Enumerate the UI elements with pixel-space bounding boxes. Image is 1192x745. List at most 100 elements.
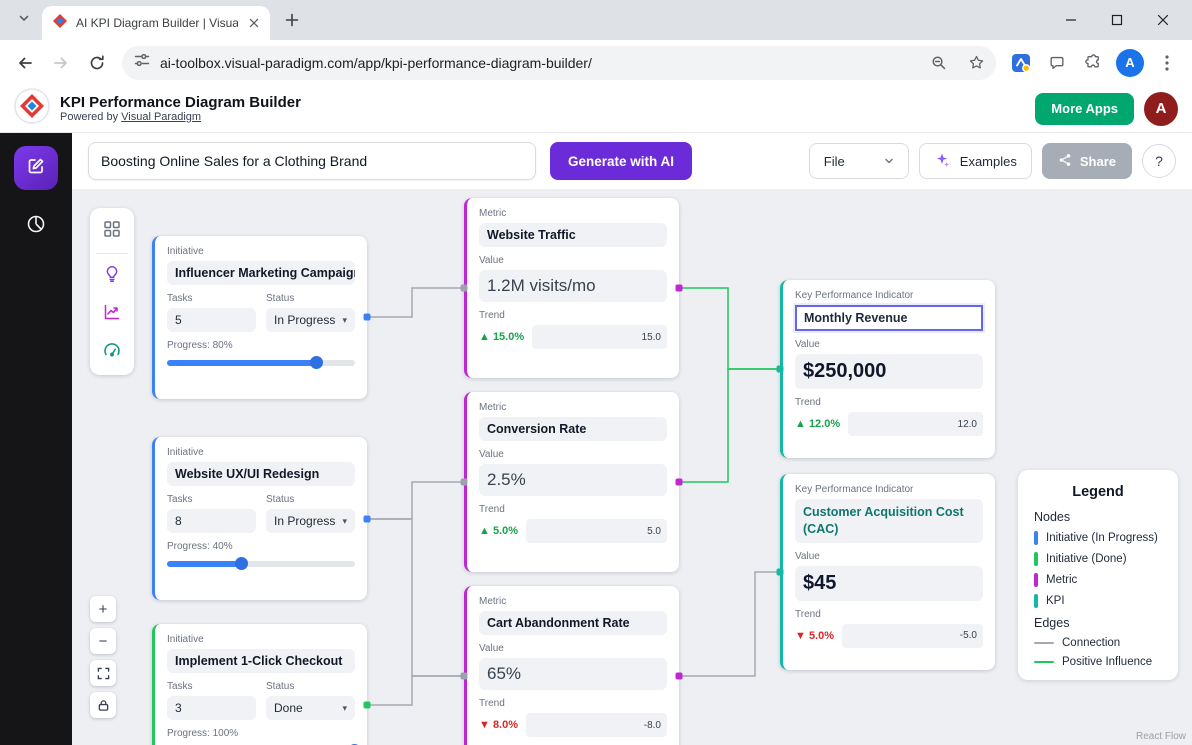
palette-grid-button[interactable]	[94, 212, 130, 250]
connection-handle[interactable]	[364, 314, 371, 321]
progress-slider[interactable]	[167, 557, 355, 571]
spark-value: 5.0	[647, 526, 661, 537]
browser-profile-avatar[interactable]: A	[1116, 49, 1144, 77]
chevron-down-icon: ▾	[342, 516, 347, 527]
palette-metric-button[interactable]	[94, 295, 130, 333]
window-close-button[interactable]	[1140, 0, 1186, 40]
palette-initiative-button[interactable]	[94, 257, 130, 295]
status-label: Status	[266, 293, 355, 304]
sparkline: -5.0	[842, 624, 983, 648]
initiative-node-influencer-marketing[interactable]: Initiative Influencer Marketing Campaign…	[152, 236, 367, 399]
connection-handle[interactable]	[364, 516, 371, 523]
prompt-input[interactable]	[88, 142, 536, 180]
diagram-canvas[interactable]: Initiative Influencer Marketing Campaign…	[72, 189, 1192, 745]
window-maximize-button[interactable]	[1094, 0, 1140, 40]
browser-tab[interactable]: AI KPI Diagram Builder | Visuali	[42, 6, 270, 40]
tasks-label: Tasks	[167, 494, 256, 505]
initiative-title-field[interactable]: Implement 1-Click Checkout	[167, 649, 355, 673]
generate-with-ai-button[interactable]: Generate with AI	[550, 142, 692, 180]
trend-label: Trend	[479, 698, 667, 709]
legend-color-swatch	[1034, 594, 1038, 608]
site-favicon	[52, 13, 68, 34]
window-minimize-button[interactable]	[1048, 0, 1094, 40]
edge-connection	[367, 676, 464, 705]
slider-thumb[interactable]	[235, 557, 248, 570]
chat-bubble-icon[interactable]	[1040, 46, 1074, 80]
browser-menu-kebab-icon[interactable]	[1150, 46, 1184, 80]
legend-color-swatch	[1034, 573, 1038, 587]
connection-handle[interactable]	[676, 673, 683, 680]
connection-handle[interactable]	[461, 479, 468, 486]
slider-thumb[interactable]	[310, 356, 323, 369]
legend-item-label: Initiative (Done)	[1046, 553, 1127, 565]
metric-node-conversion-rate[interactable]: Metric Conversion Rate Value 2.5% Trend …	[464, 392, 679, 572]
connection-handle[interactable]	[676, 479, 683, 486]
url-bar[interactable]: ai-toolbox.visual-paradigm.com/app/kpi-p…	[122, 46, 996, 80]
metric-value-field[interactable]: 65%	[479, 658, 667, 690]
kpi-title-input[interactable]: Monthly Revenue	[795, 305, 983, 331]
visual-paradigm-link[interactable]: Visual Paradigm	[121, 111, 201, 123]
connection-handle[interactable]	[676, 285, 683, 292]
kpi-node-customer-acquisition-cost[interactable]: Key Performance Indicator Customer Acqui…	[780, 474, 995, 670]
connection-handle[interactable]	[777, 366, 784, 373]
extensions-puzzle-icon[interactable]	[1076, 46, 1110, 80]
kpi-title-field[interactable]: Customer Acquisition Cost (CAC)	[795, 499, 983, 543]
sidebar-item-editor[interactable]	[14, 146, 58, 190]
forward-button[interactable]	[44, 46, 78, 80]
status-dropdown[interactable]: In Progress▾	[266, 308, 355, 332]
zoom-icon[interactable]	[924, 49, 952, 77]
sidebar-item-charts[interactable]	[14, 210, 58, 242]
progress-slider[interactable]	[167, 356, 355, 370]
extension-icon-colored[interactable]	[1004, 46, 1038, 80]
kpi-node-monthly-revenue[interactable]: Key Performance Indicator Monthly Revenu…	[780, 280, 995, 458]
connection-handle[interactable]	[461, 285, 468, 292]
metric-title-field[interactable]: Conversion Rate	[479, 417, 667, 441]
powered-by: Powered by Visual Paradigm	[60, 111, 301, 123]
back-button[interactable]	[8, 46, 42, 80]
tasks-value-field[interactable]: 8	[167, 509, 256, 533]
user-avatar[interactable]: A	[1144, 92, 1178, 126]
metric-title-field[interactable]: Cart Abandonment Rate	[479, 611, 667, 635]
metric-title-field[interactable]: Website Traffic	[479, 223, 667, 247]
palette-kpi-button[interactable]	[94, 333, 130, 371]
initiative-title-field[interactable]: Influencer Marketing Campaign	[167, 261, 355, 285]
connection-handle[interactable]	[364, 702, 371, 709]
kpi-value-field[interactable]: $250,000	[795, 354, 983, 389]
reload-button[interactable]	[80, 46, 114, 80]
lock-button[interactable]	[90, 692, 116, 718]
slider-fill	[167, 360, 317, 366]
status-dropdown[interactable]: In Progress▾	[266, 509, 355, 533]
zoom-in-button[interactable]: +	[90, 596, 116, 622]
connection-handle[interactable]	[461, 673, 468, 680]
initiative-node-website-redesign[interactable]: Initiative Website UX/UI Redesign Tasks …	[152, 437, 367, 600]
lightbulb-icon	[103, 265, 121, 288]
tasks-value-field[interactable]: 5	[167, 308, 256, 332]
tasks-value-field[interactable]: 3	[167, 696, 256, 720]
metric-value-field[interactable]: 2.5%	[479, 464, 667, 496]
metric-node-cart-abandonment[interactable]: Metric Cart Abandonment Rate Value 65% T…	[464, 586, 679, 745]
node-type-label: Initiative	[167, 246, 355, 257]
metric-node-website-traffic[interactable]: Metric Website Traffic Value 1.2M visits…	[464, 198, 679, 378]
file-menu-button[interactable]: File	[809, 143, 909, 179]
initiative-node-one-click-checkout[interactable]: Initiative Implement 1-Click Checkout Ta…	[152, 624, 367, 745]
app-toolbar: Generate with AI File Examples	[72, 133, 1192, 189]
tab-close-icon[interactable]	[246, 15, 262, 31]
fit-view-button[interactable]	[90, 660, 116, 686]
help-button[interactable]: ?	[1142, 144, 1176, 178]
initiative-title-field[interactable]: Website UX/UI Redesign	[167, 462, 355, 486]
zoom-out-button[interactable]: −	[90, 628, 116, 654]
status-dropdown[interactable]: Done▾	[266, 696, 355, 720]
more-apps-button[interactable]: More Apps	[1035, 93, 1134, 125]
site-info-icon[interactable]	[134, 52, 150, 73]
share-button[interactable]: Share	[1042, 143, 1132, 179]
trend-badge: ▲ 15.0%	[479, 331, 524, 343]
legend-item: Initiative (Done)	[1034, 552, 1162, 566]
connection-handle[interactable]	[777, 569, 784, 576]
bookmark-star-icon[interactable]	[962, 49, 990, 77]
examples-button[interactable]: Examples	[919, 143, 1032, 179]
url-text[interactable]: ai-toolbox.visual-paradigm.com/app/kpi-p…	[160, 55, 914, 71]
kpi-value-field[interactable]: $45	[795, 566, 983, 601]
metric-value-field[interactable]: 1.2M visits/mo	[479, 270, 667, 302]
new-tab-button[interactable]	[278, 6, 306, 34]
tab-search-button[interactable]	[10, 6, 38, 34]
